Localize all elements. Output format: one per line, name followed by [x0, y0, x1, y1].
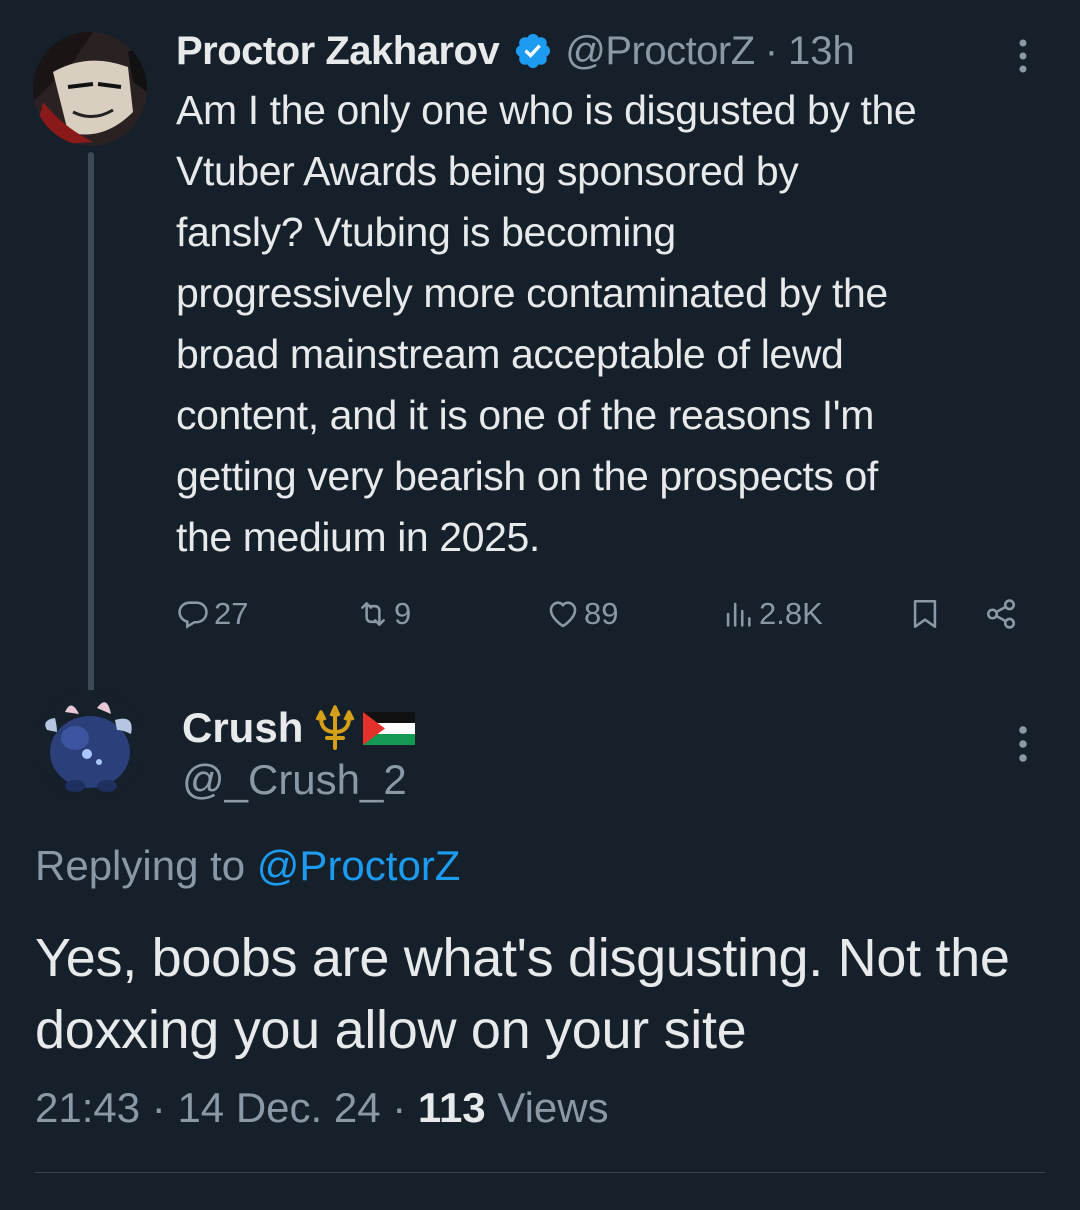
- mention-link[interactable]: @ProctorZ: [257, 842, 461, 889]
- like-count: 89: [584, 596, 619, 631]
- tweet-text: Am I the only one who is disgusted by th…: [176, 87, 917, 560]
- repost-icon: [361, 602, 385, 626]
- views-label: Views: [485, 1084, 609, 1131]
- repost-button[interactable]: 9: [356, 588, 411, 640]
- palestine-flag-emoji-icon: [363, 712, 416, 745]
- divider: [35, 1172, 1045, 1173]
- timestamp[interactable]: 13h: [788, 29, 855, 74]
- tweet-date[interactable]: 14 Dec. 24: [177, 1084, 380, 1131]
- handle[interactable]: @ProctorZ: [565, 29, 755, 74]
- views-count: 113: [417, 1084, 486, 1131]
- views-count: 2.8K: [759, 596, 823, 631]
- verified-badge-icon: [516, 33, 551, 69]
- replying-prefix: Replying to: [35, 842, 257, 889]
- tweet-thread: Proctor Zakharov @ProctorZ · 13h Am I th…: [0, 0, 1080, 1210]
- tweet-meta: 21:43 · 14 Dec. 24 · 113 Views: [35, 1084, 609, 1132]
- tweet-time[interactable]: 21:43: [35, 1084, 140, 1131]
- reply-count: 27: [214, 596, 249, 631]
- more-vertical-icon[interactable]: [1008, 36, 1038, 76]
- like-button[interactable]: 89: [546, 588, 618, 640]
- tweet-header: Proctor Zakharov @ProctorZ · 13h: [176, 26, 855, 76]
- views-chart-icon: [726, 602, 751, 627]
- avatar[interactable]: [33, 32, 147, 146]
- replying-to: Replying to @ProctorZ: [35, 842, 460, 890]
- avatar-image: [33, 32, 147, 146]
- views-button[interactable]: 2.8K: [721, 588, 823, 640]
- display-name[interactable]: Proctor Zakharov: [176, 29, 500, 74]
- reply-text: Yes, boobs are what's disgusting. Not th…: [35, 928, 1010, 1060]
- handle[interactable]: @_Crush_2: [182, 756, 407, 804]
- separator: ·: [764, 28, 779, 73]
- heart-icon: [549, 601, 577, 628]
- tweet-actions: 27 9 89 2.8K: [176, 588, 1036, 640]
- share-icon: [986, 599, 1016, 629]
- thread-connector: [88, 152, 94, 692]
- more-vertical-icon[interactable]: [1008, 722, 1038, 766]
- separator: ·: [140, 1084, 178, 1131]
- reply-author-row: Crush: [182, 700, 417, 756]
- bookmark-icon: [913, 599, 937, 629]
- share-button[interactable]: [984, 588, 1022, 640]
- reply-icon: [178, 601, 208, 629]
- repost-count: 9: [394, 596, 412, 631]
- bookmark-button[interactable]: [908, 588, 946, 640]
- separator: ·: [380, 1084, 418, 1131]
- display-name[interactable]: Crush: [182, 704, 303, 752]
- avatar-image: [35, 690, 145, 800]
- avatar[interactable]: [35, 690, 145, 800]
- reply-button[interactable]: 27: [176, 588, 248, 640]
- trident-emoji-icon: [315, 705, 355, 750]
